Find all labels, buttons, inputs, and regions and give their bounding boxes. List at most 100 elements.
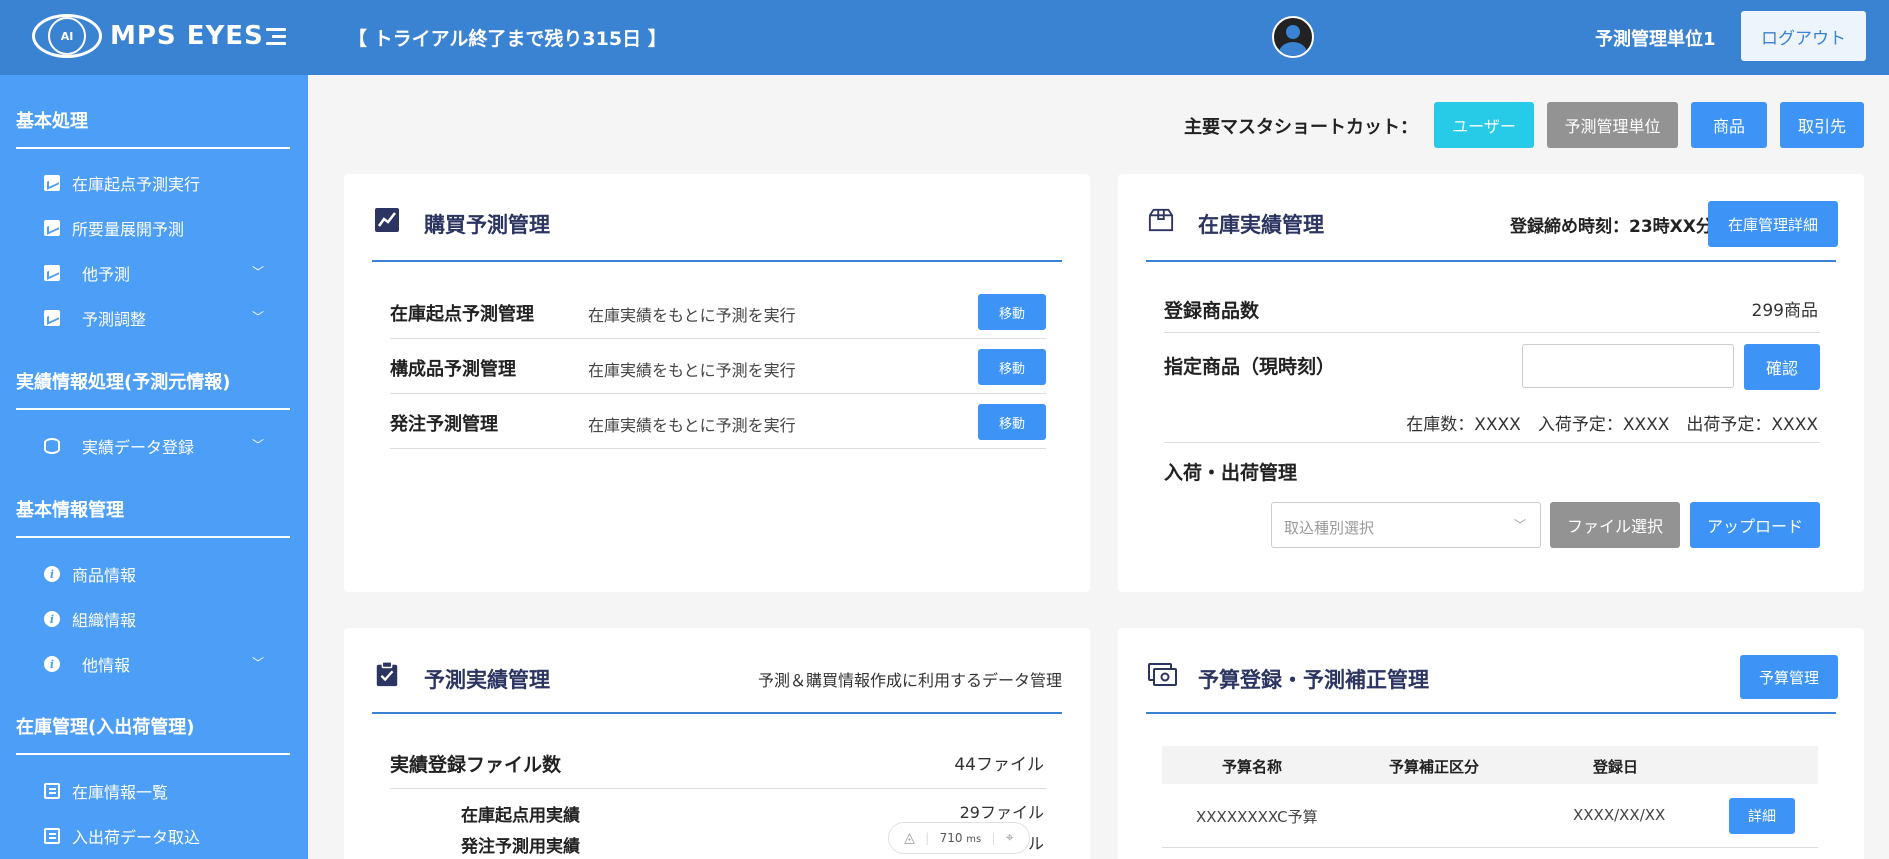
shortcut-product-button[interactable]: 商品 <box>1691 102 1767 148</box>
sub-row-value: 29ファイル <box>959 803 1044 822</box>
move-button[interactable]: 移動 <box>978 294 1046 330</box>
specified-product-label: 指定商品（現時刻） <box>1164 356 1336 378</box>
sidebar-item-label: 組織情報 <box>72 611 137 630</box>
current-unit-name: 予測管理単位1 <box>1595 29 1716 50</box>
sidebar-item-label: 他予測 <box>82 265 131 284</box>
trial-remaining-text: 【 トライアル終了まで残り315日 】 <box>348 28 667 50</box>
sidebar-item-label: 所要量展開予測 <box>72 220 185 239</box>
sidebar-item-label: 商品情報 <box>72 566 137 585</box>
import-type-select[interactable]: 取込種別選択 ﹀ <box>1271 502 1541 548</box>
upload-button[interactable]: アップロード <box>1690 502 1820 548</box>
row-description: 在庫実績をもとに予測を実行 <box>588 416 796 435</box>
confirm-button[interactable]: 確認 <box>1744 344 1820 390</box>
budget-name-cell: XXXXXXXXC予算 <box>1196 808 1318 826</box>
budget-manage-button[interactable]: 予算管理 <box>1740 655 1838 699</box>
sidebar-section-actuals: 実績情報処理(予測元情報) <box>16 368 290 410</box>
sidebar-item-io-import[interactable]: 入出荷データ取込 <box>44 824 274 848</box>
shortcut-unit-button[interactable]: 予測管理単位 <box>1547 102 1678 148</box>
performance-widget[interactable]: ◬ | 710 ms | ⌖ <box>888 822 1030 854</box>
shortcut-user-button[interactable]: ユーザー <box>1434 102 1534 148</box>
database-icon <box>44 438 60 454</box>
chevron-down-icon: ﹀ <box>251 438 264 452</box>
shortcut-supplier-button[interactable]: 取引先 <box>1780 102 1864 148</box>
move-button[interactable]: 移動 <box>978 404 1046 440</box>
sidebar-item-stock-forecast[interactable]: 在庫起点予測実行 <box>44 171 274 195</box>
row-description: 在庫実績をもとに予測を実行 <box>588 361 796 380</box>
chart-icon <box>44 220 60 236</box>
product-code-input[interactable] <box>1522 344 1734 388</box>
actual-files-value: 44ファイル <box>954 755 1044 775</box>
shortcut-label: 主要マスタショートカット： <box>1184 117 1418 138</box>
info-icon: i <box>44 566 60 582</box>
sidebar-item-label: 在庫起点予測実行 <box>72 175 201 194</box>
column-header: 予算補正区分 <box>1389 758 1480 776</box>
sidebar-item-forecast-adjust[interactable]: 予測調整 ﹀ <box>44 306 274 330</box>
row-description: 在庫実績をもとに予測を実行 <box>588 306 796 325</box>
perf-value: 710 ms <box>940 831 982 845</box>
app-logo[interactable]: AI MPS EYES <box>32 14 264 58</box>
sidebar-item-requirement-forecast[interactable]: 所要量展開予測 <box>44 216 274 240</box>
io-management-label: 入荷・出荷管理 <box>1164 462 1298 484</box>
card-header: 購買予測管理 <box>372 174 1062 262</box>
card-header: 予算登録・予測補正管理 予算管理 <box>1146 628 1838 714</box>
sidebar-item-label: 他情報 <box>82 656 131 675</box>
inventory-card: 在庫実績管理 登録締め時刻：23時XX分 在庫管理詳細 登録商品数 299商品 … <box>1118 174 1864 592</box>
card-title: 予算登録・予測補正管理 <box>1198 668 1429 692</box>
sidebar-item-org-info[interactable]: i 組織情報 <box>44 607 274 631</box>
chevron-down-icon: ﹀ <box>251 265 264 279</box>
sidebar-item-actual-data[interactable]: 実績データ登録 ﹀ <box>44 434 274 458</box>
sub-row-label: 発注予測用実績 <box>461 837 580 857</box>
sub-row-label: 在庫起点用実績 <box>461 806 580 826</box>
chart-icon <box>44 265 60 281</box>
user-avatar-icon[interactable] <box>1272 16 1314 58</box>
actual-files-label: 実績登録ファイル数 <box>390 754 562 776</box>
sidebar-section-master: 基本情報管理 <box>16 496 290 538</box>
divider <box>390 788 1046 789</box>
sidebar-item-label: 入出荷データ取込 <box>72 828 201 847</box>
sidebar-item-product-info[interactable]: i 商品情報 <box>44 562 274 586</box>
logo-mark: AI <box>32 14 102 58</box>
card-header: 在庫実績管理 登録締め時刻：23時XX分 在庫管理詳細 <box>1146 174 1838 262</box>
file-select-button[interactable]: ファイル選択 <box>1550 502 1680 548</box>
sidebar-item-other-info[interactable]: i 他情報 ﹀ <box>44 652 274 676</box>
detail-button[interactable]: 詳細 <box>1729 798 1795 834</box>
box-icon <box>1148 208 1174 232</box>
perf-unit: ms <box>966 834 982 845</box>
sidebar-item-label: 実績データ登録 <box>82 438 195 457</box>
sidebar: 基本処理 在庫起点予測実行 所要量展開予測 他予測 ﹀ 予測調整 ﹀ 実績情報処… <box>0 75 308 859</box>
select-placeholder: 取込種別選択 <box>1284 519 1375 537</box>
chart-icon <box>44 310 60 326</box>
sidebar-section-basic: 基本処理 <box>16 107 290 149</box>
crosshair-icon: ⌖ <box>1005 830 1014 846</box>
move-button[interactable]: 移動 <box>978 349 1046 385</box>
top-header: AI MPS EYES 【 トライアル終了まで残り315日 】 予測管理単位1 … <box>0 0 1889 75</box>
inventory-detail-button[interactable]: 在庫管理詳細 <box>1708 201 1838 247</box>
sidebar-item-label: 予測調整 <box>82 310 147 329</box>
sidebar-item-other-forecast[interactable]: 他予測 ﹀ <box>44 261 274 285</box>
card-title: 購買予測管理 <box>424 213 550 237</box>
logo-text: MPS EYES <box>110 21 264 51</box>
sidebar-item-stock-list[interactable]: 在庫情報一覧 <box>44 779 274 803</box>
sidebar-item-label: 在庫情報一覧 <box>72 783 169 802</box>
chevron-down-icon: ﹀ <box>251 656 264 670</box>
chart-icon <box>44 175 60 191</box>
list-item: 発注予測管理 在庫実績をもとに予測を実行 移動 <box>390 394 1046 449</box>
info-icon: i <box>44 611 60 627</box>
row-name: 在庫起点予測管理 <box>390 304 534 325</box>
divider <box>1164 332 1820 333</box>
chart-icon <box>375 208 399 232</box>
menu-toggle-icon[interactable] <box>266 28 286 46</box>
chevron-down-icon: ﹀ <box>251 310 264 324</box>
card-title: 予測実績管理 <box>424 668 550 692</box>
card-subtitle: 予測＆購買情報作成に利用するデータ管理 <box>757 671 1062 690</box>
registered-count-label: 登録商品数 <box>1164 300 1260 322</box>
budget-date-cell: XXXX/XX/XX <box>1573 806 1666 824</box>
logout-button[interactable]: ログアウト <box>1741 11 1866 61</box>
row-name: 発注予測管理 <box>390 414 498 435</box>
registered-count-value: 299商品 <box>1751 301 1818 321</box>
copy-icon <box>44 828 60 844</box>
money-icon <box>1148 663 1177 686</box>
column-header: 登録日 <box>1593 758 1639 776</box>
list-item: 構成品予測管理 在庫実績をもとに予測を実行 移動 <box>390 339 1046 394</box>
chevron-down-icon: ﹀ <box>1513 518 1526 532</box>
